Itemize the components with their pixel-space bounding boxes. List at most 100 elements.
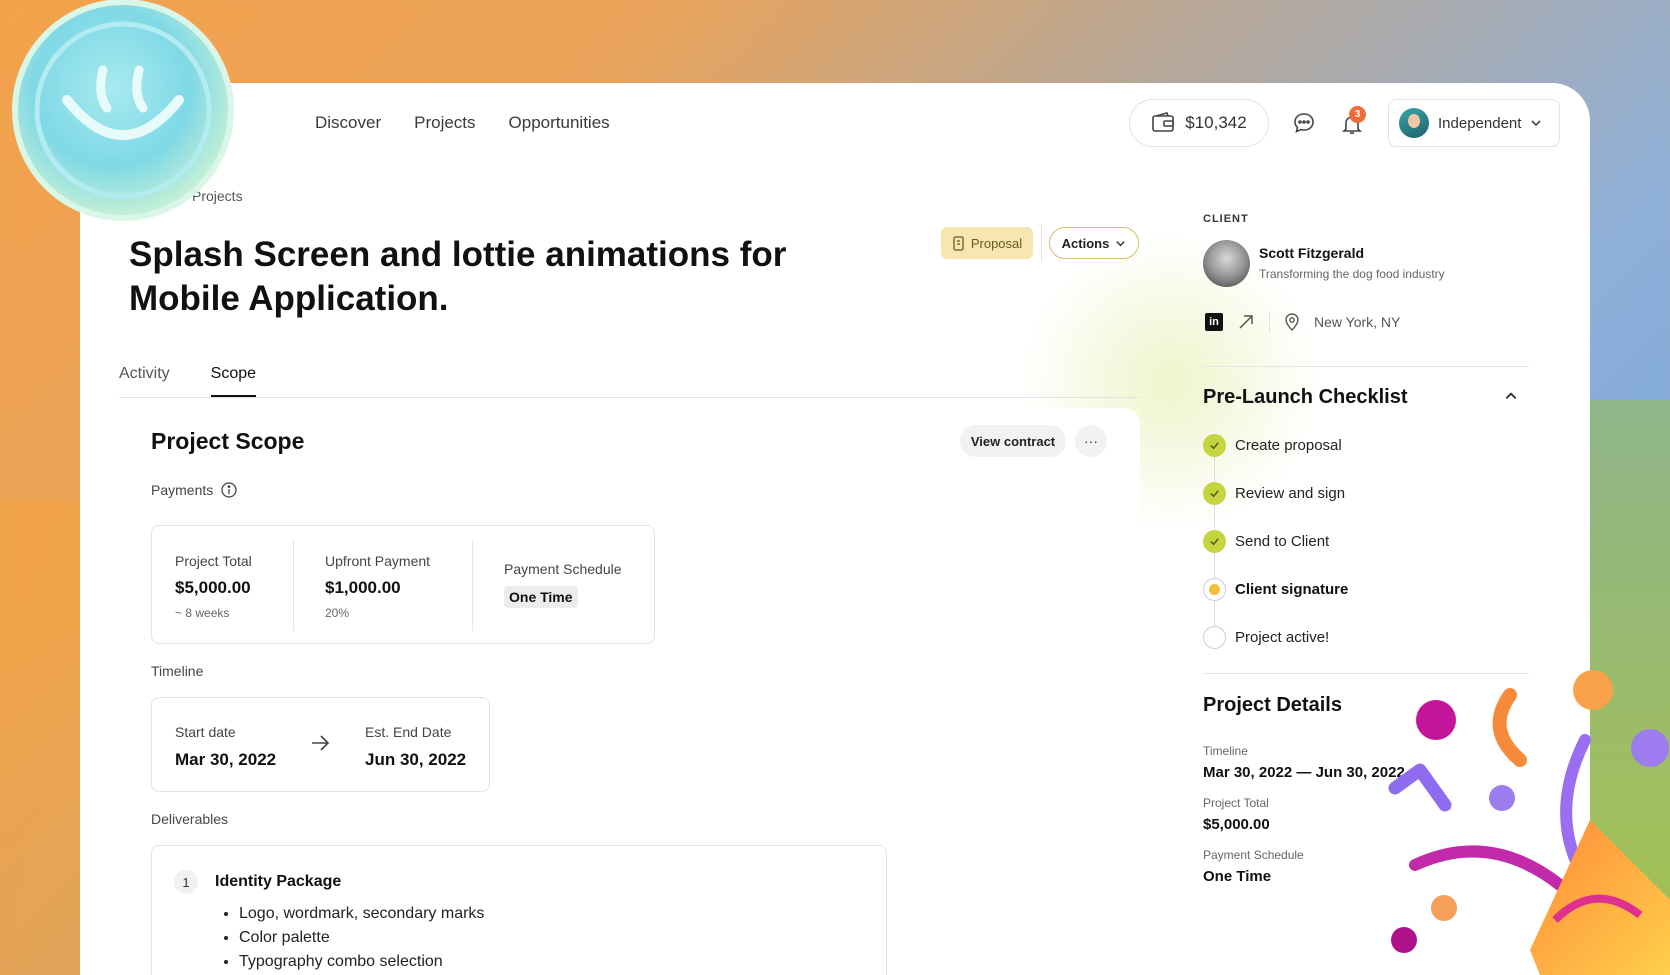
linkedin-icon[interactable]: in [1205, 313, 1223, 331]
checklist-step-label: Create proposal [1235, 437, 1342, 454]
account-name: Independent [1438, 114, 1522, 132]
check-icon [1203, 482, 1226, 505]
nav-projects[interactable]: Projects [414, 113, 475, 133]
chat-icon [1294, 113, 1314, 133]
divider [1203, 366, 1529, 367]
divider [1041, 224, 1042, 262]
timeline-card: Start date Mar 30, 2022 Est. End Date Ju… [151, 697, 490, 792]
checklist-step[interactable]: Review and sign [1203, 482, 1348, 530]
checklist-step[interactable]: Send to Client [1203, 530, 1348, 578]
list-item: Logo, wordmark, secondary marks [239, 902, 484, 926]
end-date-cell: Est. End Date Jun 30, 2022 [365, 724, 466, 770]
chevron-down-icon [1531, 120, 1541, 127]
payment-schedule-cell: Payment Schedule One Time [504, 561, 622, 678]
end-date-label: Est. End Date [365, 724, 452, 740]
client-section-label: CLIENT [1203, 213, 1249, 225]
account-switcher[interactable]: Independent [1388, 99, 1560, 147]
details-schedule-label: Payment Schedule [1203, 848, 1304, 862]
nav-opportunities[interactable]: Opportunities [509, 113, 610, 133]
checklist-step[interactable]: Client signature [1203, 578, 1348, 626]
details-schedule-value: One Time [1203, 868, 1272, 885]
upfront-payment-cell: Upfront Payment $1,000.00 20% [325, 553, 430, 670]
client-avatar [1203, 240, 1250, 287]
end-date-value: Jun 30, 2022 [365, 750, 467, 769]
deliverable-items: Logo, wordmark, secondary marks Color pa… [239, 902, 484, 974]
wallet-icon [1152, 112, 1175, 132]
more-options-button[interactable]: ··· [1075, 425, 1107, 457]
client-links: in New York, NY [1205, 311, 1400, 333]
start-date-cell: Start date Mar 30, 2022 [175, 724, 276, 770]
tab-activity[interactable]: Activity [119, 365, 170, 397]
actions-dropdown[interactable]: Actions [1049, 227, 1139, 259]
project-total-value: $5,000.00 [175, 578, 251, 597]
project-total-label: Project Total [175, 553, 252, 569]
checklist-step-label: Project active! [1235, 629, 1330, 646]
upfront-percent: 20% [325, 606, 350, 620]
deliverable-card: 1 Identity Package Logo, wordmark, secon… [151, 845, 887, 975]
checklist-step-label: Client signature [1235, 581, 1349, 598]
status-badge-label: Proposal [970, 235, 1023, 251]
divider [293, 540, 294, 631]
scope-title: Project Scope [151, 428, 305, 454]
smiley-badge-icon [12, 0, 234, 221]
list-item: Typography combo selection [239, 950, 484, 974]
upfront-payment-value: $1,000.00 [325, 578, 401, 597]
list-item: Color palette [239, 926, 484, 950]
arrow-right-icon [312, 735, 330, 751]
chevron-down-icon [1116, 240, 1126, 246]
details-schedule: Payment Schedule One Time [1203, 848, 1304, 885]
payments-label: Payments [151, 482, 237, 498]
in-progress-icon [1203, 578, 1226, 601]
notification-count-badge: 3 [1349, 106, 1366, 123]
start-date-label: Start date [175, 724, 236, 740]
wallet-balance: $10,342 [1185, 113, 1247, 132]
view-contract-button[interactable]: View contract [960, 425, 1066, 457]
start-date-value: Mar 30, 2022 [175, 750, 277, 769]
checklist-step[interactable]: Project active! [1203, 626, 1348, 674]
payments-card: Project Total $5,000.00 ~ 8 weeks Upfron… [151, 525, 655, 644]
client-tagline: Transforming the dog food industry [1259, 267, 1445, 281]
deliverable-title: Identity Package [215, 873, 342, 890]
divider [472, 540, 473, 631]
page-title: Splash Screen and lottie animations for … [129, 235, 787, 318]
tab-bar: Activity Scope [119, 365, 1139, 398]
details-total: Project Total $5,000.00 [1203, 796, 1270, 833]
project-total-cell: Project Total $5,000.00 ~ 8 weeks [175, 553, 252, 670]
checklist-step[interactable]: Create proposal [1203, 434, 1348, 482]
wallet-balance-button[interactable]: $10,342 [1129, 99, 1269, 147]
status-badge: Proposal [941, 227, 1033, 259]
details-total-value: $5,000.00 [1203, 816, 1270, 833]
project-details-title: Project Details [1203, 694, 1342, 716]
check-icon [1203, 530, 1226, 553]
external-link-icon[interactable] [1237, 313, 1255, 331]
payments-label-text: Payments [151, 482, 214, 498]
checklist-steps: Create proposal Review and sign Send to … [1203, 434, 1348, 674]
payment-schedule-value: One Time [504, 586, 578, 608]
nav-discover[interactable]: Discover [315, 113, 381, 133]
project-duration: ~ 8 weeks [175, 606, 230, 620]
deliverable-number: 1 [174, 870, 198, 894]
timeline-label: Timeline [151, 663, 204, 679]
checklist-step-label: Send to Client [1235, 533, 1330, 550]
details-total-label: Project Total [1203, 796, 1269, 810]
empty-circle-icon [1203, 626, 1226, 649]
location-pin-icon [1285, 313, 1299, 331]
info-icon[interactable] [221, 482, 237, 498]
tab-scope[interactable]: Scope [210, 365, 257, 397]
actions-label: Actions [1061, 235, 1110, 251]
client-location: New York, NY [1314, 314, 1401, 330]
divider [1269, 311, 1270, 333]
party-popper-icon [1388, 670, 1670, 975]
client-name[interactable]: Scott Fitzgerald [1259, 245, 1364, 261]
payment-schedule-label: Payment Schedule [504, 561, 622, 577]
checklist-step-label: Review and sign [1235, 485, 1346, 502]
user-avatar [1399, 108, 1429, 138]
main-nav: Discover Projects Opportunities [315, 113, 610, 133]
check-icon [1203, 434, 1226, 457]
checklist-title: Pre-Launch Checklist [1203, 386, 1408, 408]
chevron-up-icon[interactable] [1504, 389, 1518, 403]
upfront-payment-label: Upfront Payment [325, 553, 431, 569]
deliverables-label: Deliverables [151, 811, 229, 827]
document-icon [953, 235, 964, 251]
messages-button[interactable] [1291, 110, 1317, 136]
